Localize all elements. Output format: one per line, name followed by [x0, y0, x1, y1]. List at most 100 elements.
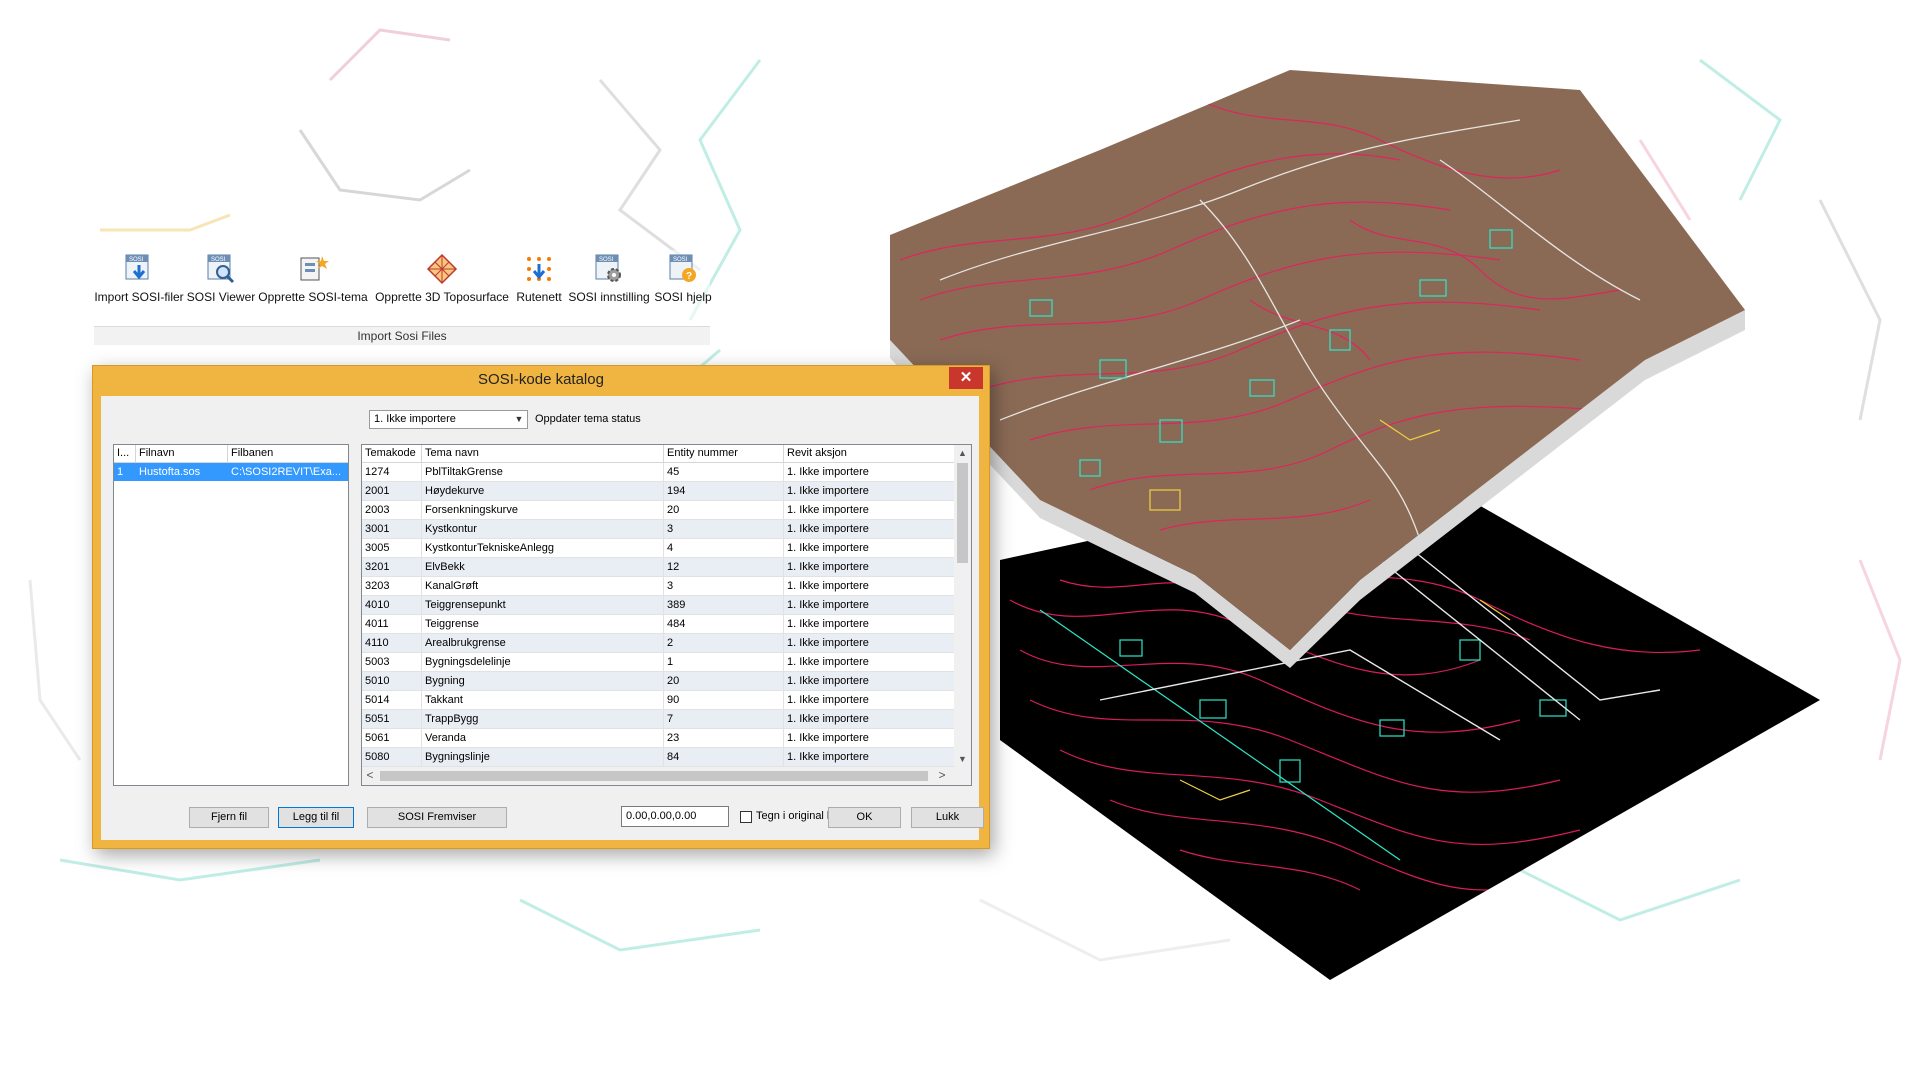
entity-nummer-cell: 3 [664, 577, 784, 595]
import-sosi-files-button[interactable]: SOSI Import SOSI-filer [94, 250, 184, 312]
theme-status-select[interactable]: 1. Ikke importere ▼ [369, 410, 528, 429]
scroll-right-icon[interactable]: > [934, 767, 950, 785]
chevron-down-icon: ▼ [514, 414, 524, 424]
revit-aksjon-cell: 1. Ikke importere [784, 539, 955, 557]
file-list[interactable]: I... Filnavn Filbanen 1 Hustofta.sos C:\… [113, 444, 349, 786]
temakode-cell: 5014 [362, 691, 422, 709]
theme-status-value: 1. Ikke importere [374, 413, 456, 425]
table-row[interactable]: 3203 KanalGrøft 3 1. Ikke importere [362, 577, 955, 596]
coordinate-input[interactable]: 0.00,0.00,0.00 [621, 806, 729, 827]
tema-navn-cell: TrappBygg [422, 710, 664, 728]
column-header-index[interactable]: I... [114, 445, 136, 462]
entity-nummer-cell: 23 [664, 729, 784, 747]
update-theme-status-label: Oppdater tema status [535, 413, 641, 425]
table-row[interactable]: 3005 KystkonturTekniskeAnlegg 4 1. Ikke imp… [362, 539, 955, 558]
file-index: 1 [117, 466, 124, 478]
close-dialog-button[interactable]: Lukk [911, 807, 984, 828]
revit-aksjon-cell: 1. Ikke importere [784, 558, 955, 576]
create-sosi-theme-button[interactable]: Opprette SOSI-tema [258, 250, 368, 312]
theme-table[interactable]: Temakode Tema navn Entity nummer Revit a… [361, 444, 972, 786]
temakode-cell: 5061 [362, 729, 422, 747]
tema-navn-cell: Takkant [422, 691, 664, 709]
sosi-settings-button[interactable]: SOSI SOSI innstilling [568, 250, 650, 312]
table-row[interactable]: 4011 Teiggrense 484 1. Ikke importere [362, 615, 955, 634]
table-row[interactable]: 4110 Arealbrukgrense 2 1. Ikke importere [362, 634, 955, 653]
revit-aksjon-cell: 1. Ikke importere [784, 672, 955, 690]
add-file-button[interactable]: Legg til fil [278, 807, 354, 828]
entity-nummer-cell: 484 [664, 615, 784, 633]
table-row[interactable]: 2003 Forsenkningskurve 20 1. Ikke importere [362, 501, 955, 520]
entity-nummer-cell: 12 [664, 558, 784, 576]
temakode-cell: 3001 [362, 520, 422, 538]
svg-text:?: ? [686, 271, 692, 282]
table-row[interactable]: 3201 ElvBekk 12 1. Ikke importere [362, 558, 955, 577]
close-icon[interactable]: ✕ [949, 367, 983, 389]
column-header-temakode[interactable]: Temakode [362, 445, 422, 462]
revit-aksjon-cell: 1. Ikke importere [784, 729, 955, 747]
svg-text:SOSI: SOSI [673, 257, 688, 263]
column-header-filnavn[interactable]: Filnavn [136, 445, 228, 462]
file-name: Hustofta.sos [139, 466, 201, 478]
table-row[interactable]: 5003 Bygningsdelelinje 1 1. Ikke importere [362, 653, 955, 672]
temakode-cell: 5051 [362, 710, 422, 728]
sosi-help-icon: SOSI ? [669, 254, 696, 282]
column-header-revit-aksjon[interactable]: Revit aksjon [784, 445, 955, 462]
sosi-viewer-dialog-button[interactable]: SOSI Fremviser [367, 807, 507, 828]
table-row[interactable]: 4010 Teiggrensepunkt 389 1. Ikke importere [362, 596, 955, 615]
temakode-cell: 1274 [362, 463, 422, 481]
sosi-viewer-button[interactable]: SOSI SOSI Viewer [187, 250, 255, 312]
scroll-down-icon[interactable]: ▼ [954, 751, 971, 767]
vertical-scrollbar[interactable]: ▲ ▼ [954, 445, 971, 767]
grid-button[interactable]: Rutenett [514, 250, 564, 312]
scroll-left-icon[interactable]: < [362, 767, 378, 785]
horizontal-scroll-thumb[interactable] [380, 771, 928, 781]
svg-text:SOSI: SOSI [129, 257, 144, 263]
ok-button[interactable]: OK [828, 807, 901, 828]
table-row[interactable]: 5061 Veranda 23 1. Ikke importere [362, 729, 955, 748]
table-row[interactable]: 3001 Kystkontur 3 1. Ikke importere [362, 520, 955, 539]
table-row[interactable]: 2001 Høydekurve 194 1. Ikke importere [362, 482, 955, 501]
ribbon-button-label: Rutenett [516, 290, 562, 304]
temakode-cell: 2001 [362, 482, 422, 500]
revit-aksjon-cell: 1. Ikke importere [784, 748, 955, 766]
ribbon-button-label: SOSI hjelp [654, 290, 712, 304]
entity-nummer-cell: 20 [664, 672, 784, 690]
revit-aksjon-cell: 1. Ikke importere [784, 482, 955, 500]
file-row[interactable]: 1 Hustofta.sos C:\SOSI2REVIT\Exa... [114, 463, 348, 481]
revit-aksjon-cell: 1. Ikke importere [784, 691, 955, 709]
original-coordinates-checkbox[interactable] [740, 811, 752, 823]
horizontal-scrollbar[interactable]: < > [362, 767, 971, 785]
ribbon-panel: SOSI Import SOSI-filer SOSI SOSI Viewer … [94, 250, 712, 346]
table-row[interactable]: 5080 Bygningslinje 84 1. Ikke importere [362, 748, 955, 767]
temakode-cell: 4010 [362, 596, 422, 614]
ribbon-button-label: Opprette SOSI-tema [258, 290, 368, 304]
create-3d-toposurface-button[interactable]: Opprette 3D Toposurface [374, 250, 510, 312]
grid-icon [527, 257, 551, 281]
entity-nummer-cell: 7 [664, 710, 784, 728]
entity-nummer-cell: 4 [664, 539, 784, 557]
column-header-filbanen[interactable]: Filbanen [228, 445, 348, 462]
entity-nummer-cell: 194 [664, 482, 784, 500]
entity-nummer-cell: 2 [664, 634, 784, 652]
vertical-scroll-thumb[interactable] [957, 463, 968, 563]
temakode-cell: 3201 [362, 558, 422, 576]
column-header-tema-navn[interactable]: Tema navn [422, 445, 664, 462]
column-header-entity-nummer[interactable]: Entity nummer [664, 445, 784, 462]
file-path: C:\SOSI2REVIT\Exa... [231, 466, 342, 478]
scroll-up-icon[interactable]: ▲ [954, 445, 971, 461]
tema-navn-cell: ElvBekk [422, 558, 664, 576]
sosi-help-button[interactable]: SOSI ? SOSI hjelp [654, 250, 712, 312]
temakode-cell: 3005 [362, 539, 422, 557]
dialog-body: 1. Ikke importere ▼ Oppdater tema status… [101, 396, 984, 840]
table-row[interactable]: 1274 PblTiltakGrense 45 1. Ikke importere [362, 463, 955, 482]
remove-file-button[interactable]: Fjern fil [189, 807, 269, 828]
tema-navn-cell: Veranda [422, 729, 664, 747]
table-row[interactable]: 5051 TrappBygg 7 1. Ikke importere [362, 710, 955, 729]
entity-nummer-cell: 1 [664, 653, 784, 671]
table-row[interactable]: 5014 Takkant 90 1. Ikke importere [362, 691, 955, 710]
table-row[interactable]: 5010 Bygning 20 1. Ikke importere [362, 672, 955, 691]
sosi-code-catalog-dialog: SOSI-kode katalog ✕ 1. Ikke importere ▼ … [92, 365, 990, 849]
toposurface-icon [426, 253, 458, 285]
file-list-header: I... Filnavn Filbanen [114, 445, 348, 463]
revit-aksjon-cell: 1. Ikke importere [784, 710, 955, 728]
